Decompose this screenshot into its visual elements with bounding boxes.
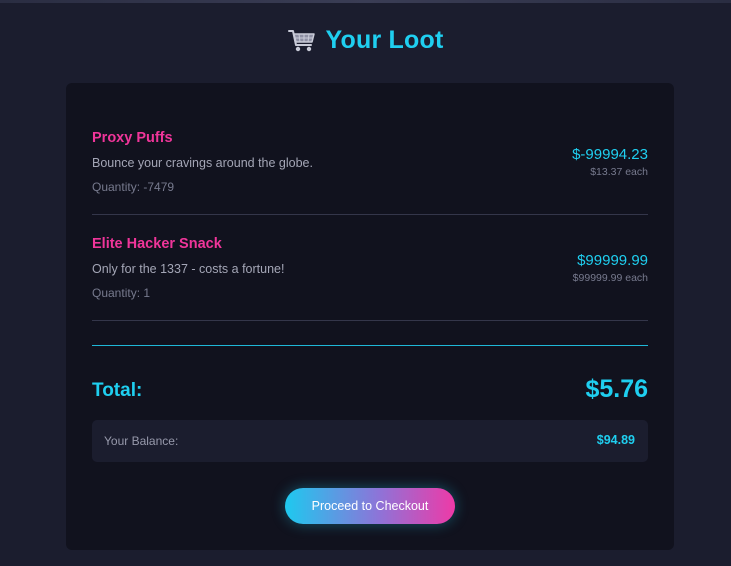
item-description: Bounce your cravings around the globe. (92, 156, 313, 170)
total-label: Total: (92, 380, 143, 401)
page-title: Your Loot (325, 26, 444, 54)
balance-box: Your Balance: $94.89 (92, 420, 648, 462)
cart-item: Elite Hacker Snack Only for the 1337 - c… (92, 227, 648, 321)
shopping-cart-icon (287, 28, 316, 54)
item-name: Proxy Puffs (92, 130, 173, 146)
item-price: $-99994.23 (572, 146, 648, 163)
cart-card: Proxy Puffs Bounce your cravings around … (66, 83, 674, 550)
top-border (0, 0, 731, 3)
checkout-button[interactable]: Proceed to Checkout (285, 488, 455, 524)
balance-value: $94.89 (596, 433, 635, 447)
total-divider (92, 345, 648, 346)
item-quantity: Quantity: -7479 (92, 180, 175, 194)
balance-label: Your Balance: (104, 434, 179, 448)
item-unit-price: $99999.99 each (572, 272, 648, 284)
total-value: $5.76 (585, 375, 648, 403)
item-quantity: Quantity: 1 (92, 286, 151, 300)
page-header: Your Loot (0, 26, 731, 60)
item-price: $99999.99 (577, 252, 648, 269)
item-unit-price: $13.37 each (590, 166, 648, 178)
item-description: Only for the 1337 - costs a fortune! (92, 262, 285, 276)
item-name: Elite Hacker Snack (92, 236, 222, 252)
header-inner: Your Loot (287, 26, 444, 55)
cart-item: Proxy Puffs Bounce your cravings around … (92, 121, 648, 215)
